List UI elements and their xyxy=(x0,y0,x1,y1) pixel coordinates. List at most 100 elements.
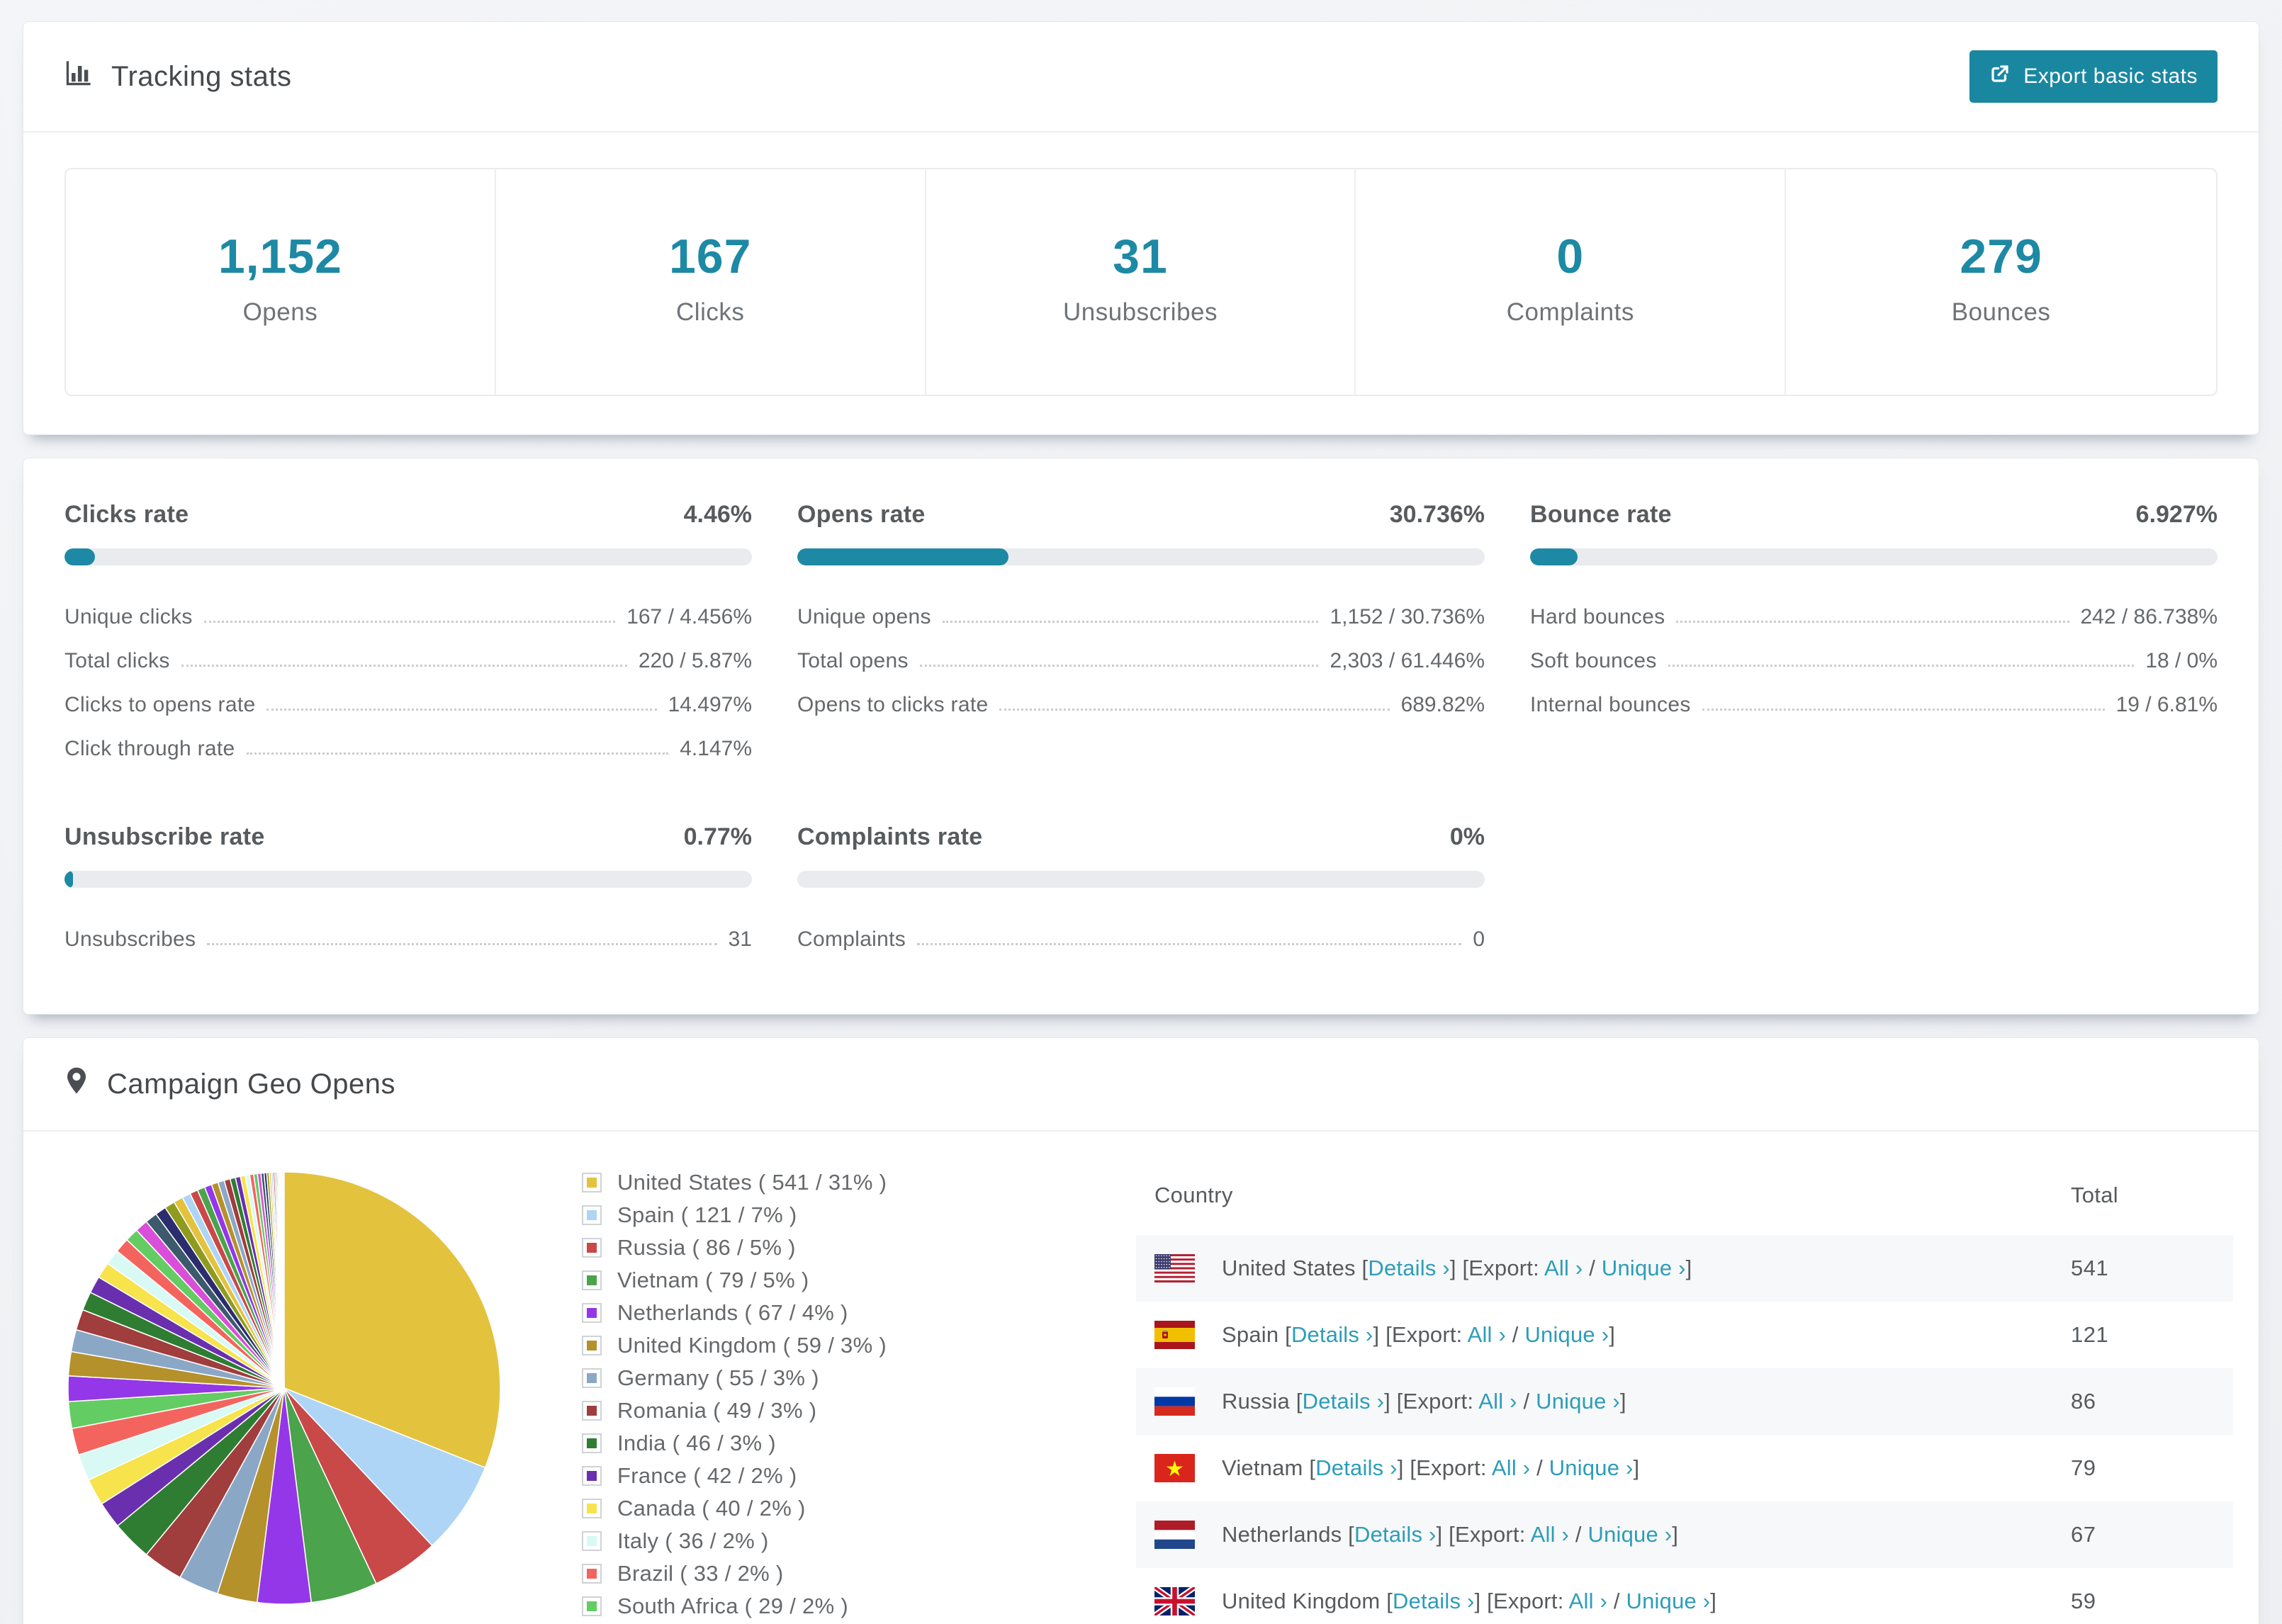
legend-item-brazil[interactable]: Brazil ( 33 / 2% ) xyxy=(582,1561,887,1586)
geo-table-row-netherlands: Netherlands [Details ›] [Export: All › /… xyxy=(1136,1501,2233,1568)
details-link[interactable]: Details › xyxy=(1393,1589,1475,1613)
stat-value: 167 xyxy=(668,230,752,283)
details-link[interactable]: Details › xyxy=(1354,1522,1437,1547)
metric-row: Hard bounces 242 / 86.738% xyxy=(1530,595,2218,639)
metric-label: Total opens xyxy=(797,649,909,672)
export-all-link[interactable]: All › xyxy=(1492,1455,1530,1480)
legend-label: Russia ( 86 / 5% ) xyxy=(617,1235,796,1260)
legend-item-united-states[interactable]: United States ( 541 / 31% ) xyxy=(582,1170,887,1195)
legend-label: Italy ( 36 / 2% ) xyxy=(617,1528,769,1553)
stat-box-clicks: 167 Clicks xyxy=(496,169,926,395)
legend-swatch xyxy=(582,1270,602,1290)
bracket-text: [ xyxy=(1289,1389,1303,1414)
rate-head: Unsubscribe rate 0.77% xyxy=(64,823,752,851)
bracket-text: ] [Export: xyxy=(1436,1522,1531,1547)
legend-item-spain[interactable]: Spain ( 121 / 7% ) xyxy=(582,1202,887,1228)
stat-label: Clicks xyxy=(676,298,745,326)
export-all-link[interactable]: All › xyxy=(1531,1522,1569,1547)
rate-title: Bounce rate xyxy=(1530,501,1672,528)
stat-value: 0 xyxy=(1556,230,1585,283)
legend-swatch xyxy=(582,1205,602,1225)
metric-row: Click through rate 4.147% xyxy=(64,727,752,771)
geo-table-row-united-kingdom: United Kingdom [Details ›] [Export: All … xyxy=(1136,1568,2233,1624)
details-link[interactable]: Details › xyxy=(1315,1455,1398,1480)
geo-row-text: Vietnam [Details ›] [Export: All › / Uni… xyxy=(1222,1455,1639,1481)
legend-item-romania[interactable]: Romania ( 49 / 3% ) xyxy=(582,1398,887,1423)
export-unique-link[interactable]: Unique › xyxy=(1549,1455,1634,1480)
export-all-link[interactable]: All › xyxy=(1544,1256,1583,1280)
metric-value: 167 / 4.456% xyxy=(626,605,752,628)
export-unique-link[interactable]: Unique › xyxy=(1536,1389,1620,1414)
geo-table-header-country: Country xyxy=(1154,1183,1233,1207)
geo-row-text: Spain [Details ›] [Export: All › / Uniqu… xyxy=(1222,1322,1615,1348)
legend-label: South Africa ( 29 / 2% ) xyxy=(617,1594,848,1618)
geo-row-text: Netherlands [Details ›] [Export: All › /… xyxy=(1222,1522,1678,1547)
rate-block-unsubscribe-rate: Unsubscribe rate 0.77% Unsubscribes 31 xyxy=(64,823,752,962)
stat-box-complaints: 0 Complaints xyxy=(1356,169,1787,395)
stat-box-bounces: 279 Bounces xyxy=(1786,169,2216,395)
legend-item-vietnam[interactable]: Vietnam ( 79 / 5% ) xyxy=(582,1268,887,1293)
export-unique-link[interactable]: Unique › xyxy=(1626,1589,1711,1613)
legend-item-canada[interactable]: Canada ( 40 / 2% ) xyxy=(582,1496,887,1521)
legend-item-netherlands[interactable]: Netherlands ( 67 / 4% ) xyxy=(582,1300,887,1326)
flag-nl-icon xyxy=(1154,1521,1195,1549)
export-all-link[interactable]: All › xyxy=(1569,1589,1607,1613)
tracking-stats-body: 1,152 Opens 167 Clicks 31 Unsubscribes 0 Compla… xyxy=(23,132,2259,434)
details-link[interactable]: Details › xyxy=(1303,1389,1385,1414)
legend-label: United States ( 541 / 31% ) xyxy=(617,1170,887,1195)
metric-leader xyxy=(1676,621,2069,623)
legend-item-united-kingdom[interactable]: United Kingdom ( 59 / 3% ) xyxy=(582,1333,887,1358)
geo-table-header-row: Country Total xyxy=(1136,1157,2233,1235)
country-line: Vietnam [Details ›] [Export: All › / Uni… xyxy=(1154,1454,2052,1482)
rates-card: Clicks rate 4.46% Unique clicks 167 / 4.456… xyxy=(23,458,2259,1015)
geo-table: Country Total United States [Details ›] … xyxy=(1136,1157,2233,1624)
export-unique-link[interactable]: Unique › xyxy=(1524,1322,1609,1347)
geo-header: Campaign Geo Opens xyxy=(23,1038,2259,1132)
total-value: 79 xyxy=(2071,1455,2096,1480)
details-link[interactable]: Details › xyxy=(1291,1322,1373,1347)
rate-value: 0.77% xyxy=(683,823,752,850)
export-all-link[interactable]: All › xyxy=(1468,1322,1506,1347)
bracket-text: ] xyxy=(1609,1322,1616,1347)
bracket-text: ] [Export: xyxy=(1449,1256,1545,1280)
rates-grid: Clicks rate 4.46% Unique clicks 167 / 4.456… xyxy=(23,458,2259,1014)
metric-leader xyxy=(999,709,1390,711)
export-unique-link[interactable]: Unique › xyxy=(1602,1256,1686,1280)
legend-item-south-africa[interactable]: South Africa ( 29 / 2% ) xyxy=(582,1594,887,1619)
bracket-text: [ xyxy=(1278,1322,1291,1347)
metric-row: Unsubscribes 31 xyxy=(64,918,752,962)
export-basic-stats-button[interactable]: Export basic stats xyxy=(1969,50,2218,103)
legend-swatch xyxy=(582,1466,602,1486)
export-all-link[interactable]: All › xyxy=(1478,1389,1517,1414)
legend-swatch xyxy=(582,1531,602,1551)
rate-progress-bar xyxy=(797,548,1485,565)
legend-swatch xyxy=(582,1499,602,1518)
metric-value: 2,303 / 61.446% xyxy=(1330,649,1485,672)
stat-boxes: 1,152 Opens 167 Clicks 31 Unsubscribes 0 Compla… xyxy=(64,168,2218,396)
bracket-text: [ xyxy=(1380,1589,1393,1613)
metric-label: Internal bounces xyxy=(1530,693,1691,716)
metric-label: Complaints xyxy=(797,927,906,951)
rate-head: Complaints rate 0% xyxy=(797,823,1485,851)
legend-item-italy[interactable]: Italy ( 36 / 2% ) xyxy=(582,1528,887,1554)
metric-row: Complaints 0 xyxy=(797,918,1485,962)
rate-title: Unsubscribe rate xyxy=(64,823,265,850)
metric-value: 242 / 86.738% xyxy=(2080,605,2218,628)
legend-item-russia[interactable]: Russia ( 86 / 5% ) xyxy=(582,1235,887,1261)
bracket-text: ] xyxy=(1710,1589,1717,1613)
legend-item-india[interactable]: India ( 46 / 3% ) xyxy=(582,1431,887,1456)
legend-item-france[interactable]: France ( 42 / 2% ) xyxy=(582,1463,887,1489)
country-line: Spain [Details ›] [Export: All › / Uniqu… xyxy=(1154,1321,2052,1349)
bracket-text: [ xyxy=(1303,1455,1316,1480)
stat-box-unsubscribes: 31 Unsubscribes xyxy=(926,169,1356,395)
bracket-text: / xyxy=(1569,1522,1588,1547)
details-link[interactable]: Details › xyxy=(1368,1256,1450,1280)
bracket-text: / xyxy=(1505,1322,1525,1347)
flag-gb-icon xyxy=(1154,1587,1195,1615)
legend-item-germany[interactable]: Germany ( 55 / 3% ) xyxy=(582,1365,887,1391)
flag-ru-icon xyxy=(1154,1387,1195,1416)
legend-label: United Kingdom ( 59 / 3% ) xyxy=(617,1333,887,1358)
geo-pie-legend: United States ( 541 / 31% ) Spain ( 121 /… xyxy=(582,1170,887,1624)
export-unique-link[interactable]: Unique › xyxy=(1588,1522,1673,1547)
legend-label: Germany ( 55 / 3% ) xyxy=(617,1365,819,1390)
